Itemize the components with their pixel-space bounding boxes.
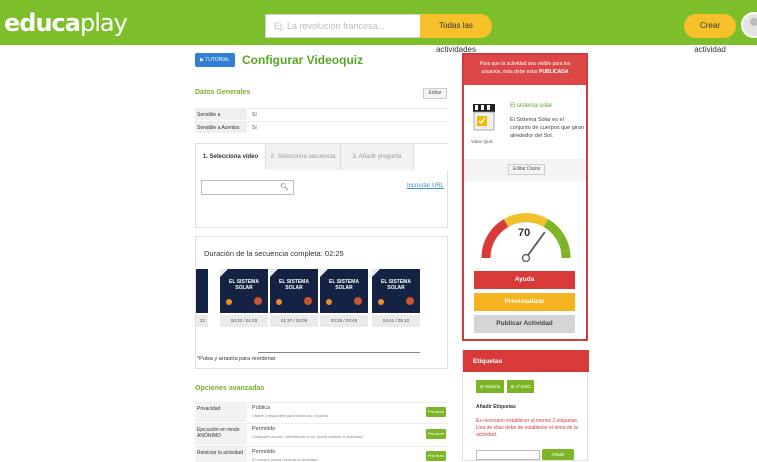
video-thumbnail[interactable]: EL SISTEMA SOLAR	[372, 269, 420, 313]
videoquiz-icon	[473, 104, 495, 131]
video-thumbnail[interactable]: EL SISTEMA SOLAR	[320, 269, 368, 313]
add-tags-title: Añadir Etiquetas	[476, 404, 516, 410]
general-data-title: Datos Generales	[195, 89, 251, 96]
create-activity-button[interactable]: Crear actividad	[684, 14, 736, 54]
tab-select-sequence[interactable]: 2. Selecciona secuencia	[266, 144, 341, 170]
row-key: Sensible a Mayúsculas	[195, 109, 247, 130]
tutorial-button[interactable]: ▶ TUTORIAL	[195, 53, 235, 67]
row-value: Sí	[252, 125, 257, 131]
row-description: El usuario podrá reiniciar la actividad	[252, 457, 318, 462]
video-thumbnail[interactable]: EL SISTEMA SOLAR	[270, 269, 318, 313]
publish-button[interactable]: Publicar Actividad	[474, 315, 575, 333]
top-navbar: educaplay Ej. La revolución francesa... …	[0, 0, 757, 54]
sequence-duration: Duración de la secuencia completa: 02:25	[204, 249, 344, 258]
tab-add-question[interactable]: 3. Añadir pregunta	[341, 144, 414, 170]
activity-type-label: Video Quiz	[471, 139, 493, 144]
row-value: Permitido	[252, 426, 276, 432]
thumb-timestamp: 03:28 / 03:49	[320, 315, 368, 327]
thumb-title: EL SISTEMA SOLAR	[279, 279, 309, 291]
import-url-link[interactable]: Incrustar URL	[407, 183, 444, 189]
tag-input[interactable]	[476, 450, 540, 460]
thumb-timestamp: 00:32 / 01:03	[220, 315, 268, 327]
tag-label: 1º ESO	[515, 384, 531, 389]
page-title: Configurar Videoquiz	[242, 53, 364, 67]
publish-notice: Para que la actividad sea visible para l…	[464, 55, 586, 85]
notice-line: usuarios, ésta debe estar	[481, 69, 538, 75]
thumb-title: EL SISTEMA SOLAR	[229, 279, 259, 291]
general-row: Sensible a Mayúsculas Sí	[195, 108, 449, 130]
logo-bold-text: educa	[4, 9, 81, 37]
video-search-input[interactable]: 🔍︎	[201, 180, 294, 195]
video-thumbnail[interactable]: A	[196, 269, 208, 313]
tags-warning: Es necesario establecer al menos 3 etiqu…	[476, 418, 579, 438]
premium-button[interactable]: Premium	[426, 451, 446, 461]
general-row: Sensible a Acentos Sí	[195, 121, 449, 133]
activity-title: El sistema solar	[510, 103, 553, 109]
gauge-value: 70	[518, 227, 531, 239]
advanced-row: Reiniciar la actividad Permitido El usua…	[195, 446, 448, 462]
row-value: Sí	[252, 112, 257, 118]
preview-button[interactable]: Previsualizar	[474, 293, 575, 311]
thumb-timestamp: 01:37 / 02:09	[270, 315, 318, 327]
thumb-title: EL SISTEMA SOLAR	[329, 279, 359, 291]
row-key: Privacidad	[195, 403, 247, 422]
row-value: Permitido	[252, 449, 276, 455]
thumb-title: A	[196, 279, 208, 285]
all-activities-button[interactable]: Todas las actividades	[420, 14, 492, 54]
row-key: Ejecución en modo ANÓNIMO	[195, 424, 247, 445]
logo-light-text: play	[79, 9, 128, 37]
premium-button[interactable]: Premium	[426, 407, 446, 417]
premium-button[interactable]: Premium	[426, 429, 446, 439]
notice-status: PUBLICADA	[539, 69, 569, 75]
notice-line: Para que la actividad sea visible para l…	[479, 61, 571, 67]
video-tabs-panel: 1. Selecciona vídeo 2. Selecciona secuen…	[195, 143, 448, 228]
add-tag-button[interactable]: Añadir	[542, 449, 574, 460]
tab-select-video[interactable]: 1. Selecciona vídeo	[196, 144, 266, 170]
tag-level-button[interactable]: ⊕ 1º ESO	[507, 380, 534, 393]
video-thumbnail[interactable]: EL SISTEMA SOLAR	[220, 269, 268, 313]
tutorial-label: TUTORIAL	[205, 57, 230, 63]
row-description: Cualquier usuario, identificado o no, po…	[252, 434, 363, 439]
help-button[interactable]: Ayuda	[474, 271, 575, 289]
edit-general-button[interactable]: Editar	[423, 88, 447, 99]
row-description: Visible y disponible para todos los usua…	[252, 413, 329, 418]
thumb-timestamp: 04:41 / 05:10	[372, 315, 420, 327]
advanced-options-title: Opciones avanzadas	[195, 385, 265, 392]
publish-panel: Para que la actividad sea visible para l…	[462, 53, 588, 341]
tag-label: Historia	[484, 384, 501, 389]
tags-panel: Etiquetas ⊕ Historia ⊕ 1º ESO Añadir Eti…	[462, 350, 589, 461]
reorder-note: *Pulsa y arrastra para reordenar	[197, 356, 276, 362]
row-key: Sensible a Acentos	[195, 122, 247, 133]
tag-history-button[interactable]: ⊕ Historia	[476, 380, 504, 393]
row-value: Pública	[252, 405, 271, 411]
advanced-row: Ejecución en modo ANÓNIMO Permitido Cual…	[195, 423, 448, 445]
tags-title: Etiquetas	[463, 350, 589, 372]
edit-data-button[interactable]: Editar Datos	[508, 164, 545, 175]
tab-filler	[414, 144, 448, 170]
educaplay-logo[interactable]: educaplay	[4, 9, 128, 37]
thumb-timestamp: 22	[196, 315, 208, 327]
row-key: Reiniciar la actividad	[195, 447, 247, 462]
advanced-row: Privacidad Pública Visible y disponible …	[195, 402, 448, 422]
thumbnails-scrollbar[interactable]	[258, 352, 420, 353]
thumb-title: EL SISTEMA SOLAR	[381, 279, 411, 291]
sequence-panel: Duración de la secuencia completa: 02:25…	[195, 236, 448, 369]
activity-description: El Sistema Solar es el conjunto de cuerp…	[510, 117, 584, 139]
search-input[interactable]: Ej. La revolución francesa...	[265, 14, 420, 38]
user-avatar[interactable]	[741, 12, 757, 38]
search-icon[interactable]: 🔍︎	[280, 183, 289, 191]
